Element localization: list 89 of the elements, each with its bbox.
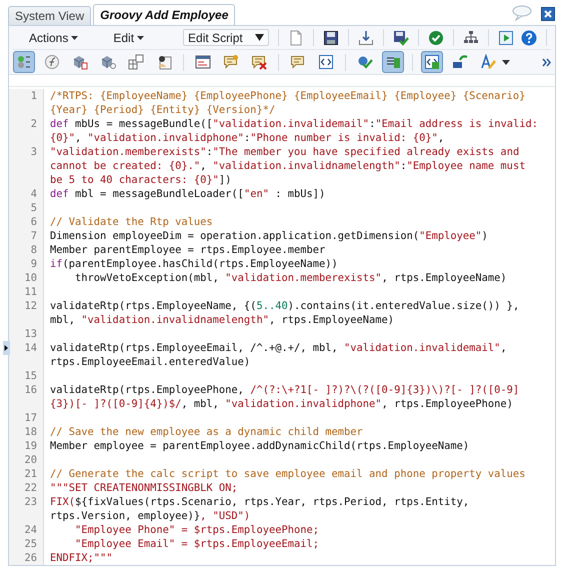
code-line: def mbUs = messageBundle(["validation.invalidemail":"Email address is invalid: — [50, 118, 538, 130]
line-number: 14 — [24, 341, 37, 355]
code-line: /*RTPS: {EmployeeName} {EmployeePhone} {EmployeeEmail} {Employee} {Scenario} — [50, 90, 526, 102]
comment-delete-icon — [251, 54, 267, 70]
spell-check-icon — [480, 54, 496, 70]
line-number: 6 — [30, 215, 37, 229]
line-number: 24 — [24, 523, 37, 537]
code-line: // Save the new employee as a dynamic child member — [50, 426, 363, 438]
comment-icon — [290, 54, 306, 70]
line-number: 21 — [24, 467, 37, 481]
code-line: Dimension employeeDim = operation.application.getDimension("Employee") — [50, 230, 488, 242]
caret-icon — [254, 34, 264, 41]
line-number: 17 — [24, 411, 37, 425]
download-icon[interactable] — [358, 30, 374, 46]
code-line: Member parentEmployee = rtps.Employee.member — [50, 244, 326, 256]
code-line: // Generate the calc script to save employee email and phone property values — [50, 468, 526, 480]
line-number: 11 — [24, 285, 37, 299]
line-number: 4 — [30, 187, 37, 201]
code-line: throwVetoException(mbl, "validation.memberexists", rtps.EmployeeName) — [74, 272, 507, 284]
code-line: ENDFIX;""" — [50, 552, 113, 564]
line-number: 10 — [24, 271, 37, 285]
menu-button[interactable]: Actions — [25, 30, 82, 44]
code-line: validateRtp(rtps.EmployeeEmail, /^.+@.+/, mbl, "validation.invalidemail", — [50, 342, 507, 354]
code-line: validateRtp(rtps.EmployeePhone, /^(?:\+?1[- ]?)?\(?([0-9]{3})\)?[- ]?([0-9] — [50, 384, 520, 396]
code-line: be 5 to 40 characters: {0}"]) — [50, 174, 232, 186]
caret-icon — [137, 36, 144, 40]
line-number: 9 — [30, 257, 37, 271]
cube-icon — [72, 54, 88, 70]
line-number: 1 — [30, 89, 37, 103]
code-line: def mbl = messageBundleLoader(["en" : mbUs]) — [50, 188, 326, 200]
help-icon[interactable] — [520, 30, 537, 46]
code-line: Member employee = parentEmployee.addDynamicChild(rtps.EmployeeName) — [50, 440, 470, 452]
function-icon — [44, 54, 60, 70]
table-icon — [195, 54, 211, 70]
toolbar-button[interactable] — [13, 51, 35, 73]
overflow-icon[interactable] — [542, 58, 551, 66]
code-line: "Employee Email" = $rtps.EmployeeEmail; — [74, 538, 319, 550]
code-line: "validation.memberexists":"The member you have specified already exists and — [50, 146, 520, 158]
line-number: 8 — [30, 243, 37, 257]
line-number: 3 — [30, 145, 37, 159]
code-line: {3})[- ]?([0-9]{4})$/, mbl, "validation.invalidphone", rtps.EmployeePhone) — [50, 398, 513, 410]
grid-icon — [128, 54, 144, 70]
code-line: "Employee Phone" = $rtps.EmployeePhone; — [74, 524, 319, 536]
cube-icon — [100, 54, 116, 70]
line-number: 25 — [24, 537, 37, 551]
line-number: 22 — [24, 481, 37, 495]
line-number: 19 — [24, 439, 37, 453]
code-check-icon — [424, 54, 440, 70]
line-number: 20 — [24, 453, 37, 467]
code-line: FIX(${fixValues(rtps.Scenario, rtps.Year, rtps.Period, rtps.Entity, — [50, 496, 470, 508]
code-line: rtps.Version, employee)}, "USD") — [50, 510, 250, 522]
code-line: mbl, "validation.invalidnamelength", rtps.EmployeeName) — [50, 314, 394, 326]
tab[interactable]: Groovy Add Employee — [93, 4, 236, 25]
code-line: validateRtp(rtps.EmployeeName, {(5..40).contains(it.enteredValue.size()) }, — [50, 300, 520, 312]
line-number: 5 — [30, 201, 37, 215]
hierarchy-icon[interactable] — [462, 30, 479, 46]
line-number: 26 — [24, 551, 37, 565]
code-line: """SET CREATENONMISSINGBLK ON; — [50, 482, 238, 494]
code-line: {0}", "validation.invalidphone":"Phone number is invalid: {0}", — [50, 132, 444, 144]
comment-add-icon — [223, 54, 239, 70]
check-circle-icon[interactable] — [428, 30, 444, 46]
globe-check-icon — [357, 54, 373, 70]
document-icon[interactable] — [288, 30, 304, 46]
code-line: // Validate the Rtp values — [50, 216, 213, 228]
close-icon[interactable] — [541, 7, 555, 21]
line-number: 7 — [30, 229, 37, 243]
toolbar-button[interactable] — [382, 51, 404, 73]
line-number: 12 — [24, 299, 37, 313]
line-number: 2 — [30, 117, 37, 131]
line-number: 15 — [24, 369, 37, 383]
line-number: 23 — [24, 495, 37, 509]
numbered-list-icon — [16, 54, 32, 70]
play-icon[interactable] — [498, 30, 514, 46]
toolbar-button[interactable] — [421, 51, 443, 73]
tab[interactable]: System View — [8, 6, 92, 25]
mode-dropdown[interactable]: Edit Script — [183, 29, 269, 46]
code-line: {Year} {Period} {Entity} {Version}*/ — [50, 104, 276, 116]
line-number: 13 — [24, 327, 37, 341]
line-number: 18 — [24, 425, 37, 439]
caret-icon[interactable] — [502, 60, 510, 64]
line-number: 16 — [24, 383, 37, 397]
menu-button[interactable]: Edit — [109, 30, 148, 44]
caret-icon — [71, 36, 78, 40]
code-icon — [318, 54, 334, 70]
code-line: rtps.EmployeeEmail.enteredValue) — [50, 356, 250, 368]
code-line: cannot be created: {0}.", "validation.invalidnamelength":"Employee name must — [50, 160, 526, 172]
floppy-check-icon[interactable] — [392, 30, 409, 46]
person-card-icon — [156, 54, 172, 70]
code-line: if(parentEmployee.hasChild(rtps.EmployeeName)) — [50, 258, 338, 270]
